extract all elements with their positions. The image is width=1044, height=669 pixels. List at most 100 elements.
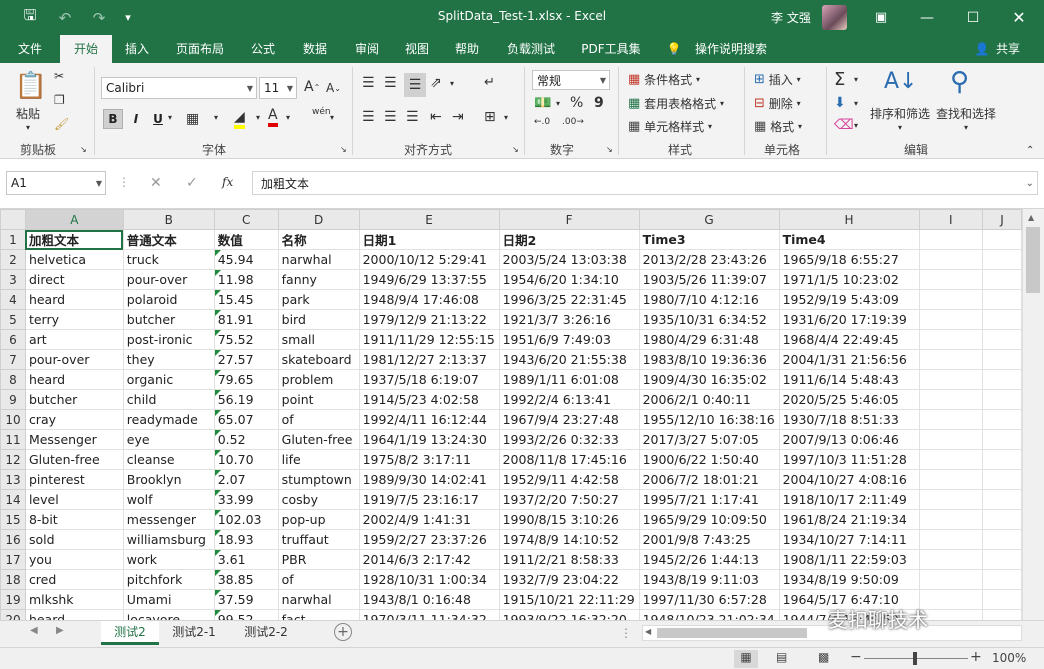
cell[interactable]: art xyxy=(24,329,124,350)
cell[interactable]: 1961/8/24 21:19:34 xyxy=(778,509,920,530)
cell[interactable]: 2013/2/28 23:43:26 xyxy=(638,249,780,270)
share-icon[interactable]: 👤 xyxy=(972,35,992,63)
increase-decimal-icon[interactable]: ←.0 xyxy=(534,117,550,127)
row-header[interactable]: 4 xyxy=(0,289,26,310)
cell[interactable]: heard xyxy=(24,369,124,390)
format-painter-icon[interactable]: 🖌 xyxy=(54,117,69,131)
cell[interactable]: narwhal xyxy=(277,249,360,270)
increase-indent-icon[interactable]: ⇥ xyxy=(452,109,464,125)
cell[interactable] xyxy=(918,329,984,350)
cell[interactable]: work xyxy=(122,549,215,570)
align-left-icon[interactable]: ☰ xyxy=(362,109,375,125)
cell[interactable] xyxy=(918,229,984,250)
cell[interactable]: skateboard xyxy=(277,349,360,370)
phonetic-dropdown-icon[interactable]: ▾ xyxy=(330,113,334,122)
cell[interactable]: truffaut xyxy=(277,529,360,550)
cell[interactable]: 1943/8/19 9:11:03 xyxy=(638,569,780,590)
cell[interactable]: 81.91 xyxy=(213,309,279,330)
autosum-dropdown-icon[interactable]: ▾ xyxy=(854,75,858,84)
cell[interactable]: 1996/3/25 22:31:45 xyxy=(498,289,640,310)
cell[interactable]: 1965/9/18 6:55:27 xyxy=(778,249,920,270)
cell[interactable]: 2014/6/3 2:17:42 xyxy=(358,549,500,570)
cell[interactable]: of xyxy=(277,569,360,590)
column-header[interactable]: C xyxy=(213,209,279,230)
sort-filter-icon[interactable]: A↓ xyxy=(884,69,917,94)
cell[interactable] xyxy=(918,449,984,470)
share-button[interactable]: 共享 xyxy=(992,35,1024,63)
cell[interactable]: 1971/1/5 10:23:02 xyxy=(778,269,920,290)
align-middle-icon[interactable]: ☰ xyxy=(384,75,397,91)
row-header[interactable]: 14 xyxy=(0,489,26,510)
format-as-table-button[interactable]: ▦ 套用表格格式 ▾ xyxy=(628,95,724,112)
column-header[interactable]: B xyxy=(122,209,215,230)
cell[interactable]: 1911/6/14 5:48:43 xyxy=(778,369,920,390)
tab-page-layout[interactable]: 页面布局 xyxy=(168,35,232,63)
zoom-in-icon[interactable]: + xyxy=(970,649,982,665)
cell[interactable]: 1934/10/27 7:14:11 xyxy=(778,529,920,550)
font-name-select[interactable]: Calibri ▼ xyxy=(101,77,257,99)
cell[interactable]: 1989/9/30 14:02:41 xyxy=(358,469,500,490)
cell[interactable]: readymade xyxy=(122,409,215,430)
borders-dropdown-icon[interactable]: ▾ xyxy=(214,113,218,122)
avatar[interactable] xyxy=(822,5,847,30)
tab-pdf-tools[interactable]: PDF工具集 xyxy=(574,35,648,63)
cell[interactable]: pour-over xyxy=(24,349,124,370)
cell[interactable] xyxy=(982,249,1022,270)
cell-styles-button[interactable]: ▦ 单元格样式 ▾ xyxy=(628,118,712,135)
tab-formulas[interactable]: 公式 xyxy=(242,35,284,63)
cell[interactable]: messenger xyxy=(122,509,215,530)
number-format-select[interactable]: 常规 ▼ xyxy=(532,70,610,90)
tab-home[interactable]: 开始 xyxy=(60,35,112,63)
next-sheet-icon[interactable]: ▶ xyxy=(56,625,64,636)
row-header[interactable]: 18 xyxy=(0,569,26,590)
cell[interactable]: they xyxy=(122,349,215,370)
cell[interactable]: bird xyxy=(277,309,360,330)
align-right-icon[interactable]: ☰ xyxy=(406,109,419,125)
cell[interactable]: Brooklyn xyxy=(122,469,215,490)
cell[interactable]: 普通文本 xyxy=(122,229,215,250)
tab-view[interactable]: 视图 xyxy=(396,35,438,63)
cell[interactable] xyxy=(982,269,1022,290)
add-sheet-icon[interactable]: + xyxy=(334,623,352,641)
cell[interactable]: 2000/10/12 5:29:41 xyxy=(358,249,500,270)
cell[interactable]: pinterest xyxy=(24,469,124,490)
cell[interactable]: 1943/6/20 21:55:38 xyxy=(498,349,640,370)
cell[interactable]: 1931/6/20 17:19:39 xyxy=(778,309,920,330)
cell[interactable] xyxy=(982,549,1022,570)
cell[interactable]: 1914/5/23 4:02:58 xyxy=(358,389,500,410)
scroll-left-icon[interactable]: ◀ xyxy=(645,627,651,636)
row-header[interactable]: 8 xyxy=(0,369,26,390)
formula-bar-options-icon[interactable]: ⋮ xyxy=(118,175,130,189)
copy-icon[interactable]: ❐ xyxy=(54,93,65,107)
tab-review[interactable]: 审阅 xyxy=(346,35,388,63)
cell[interactable] xyxy=(918,549,984,570)
cell[interactable]: 1974/8/9 14:10:52 xyxy=(498,529,640,550)
sort-dropdown-icon[interactable]: ▾ xyxy=(898,123,902,132)
row-header[interactable]: 6 xyxy=(0,329,26,350)
cell[interactable] xyxy=(982,369,1022,390)
row-header[interactable]: 7 xyxy=(0,349,26,370)
minimize-icon[interactable]: — xyxy=(904,0,950,35)
row-header[interactable]: 12 xyxy=(0,449,26,470)
cell[interactable]: 2004/1/31 21:56:56 xyxy=(778,349,920,370)
sheet-tab[interactable]: 测试2-1 xyxy=(161,621,227,645)
row-header[interactable]: 16 xyxy=(0,529,26,550)
cell[interactable]: 2004/10/27 4:08:16 xyxy=(778,469,920,490)
cell[interactable]: 37.59 xyxy=(213,589,279,610)
cell[interactable]: cosby xyxy=(277,489,360,510)
cell[interactable] xyxy=(982,529,1022,550)
cell[interactable] xyxy=(982,389,1022,410)
cell[interactable]: helvetica xyxy=(24,249,124,270)
cell[interactable]: 1997/10/3 11:51:28 xyxy=(778,449,920,470)
italic-button[interactable]: I xyxy=(126,109,146,129)
cell[interactable] xyxy=(918,409,984,430)
find-dropdown-icon[interactable]: ▾ xyxy=(964,123,968,132)
ribbon-display-options-icon[interactable]: ▣ xyxy=(858,0,904,35)
cell[interactable]: butcher xyxy=(122,309,215,330)
cell[interactable]: 1937/2/20 7:50:27 xyxy=(498,489,640,510)
cell[interactable]: 1965/9/29 10:09:50 xyxy=(638,509,780,530)
cell[interactable]: heard xyxy=(24,609,124,620)
borders-icon[interactable]: ▦ xyxy=(186,111,199,127)
find-select-button[interactable]: 查找和选择 xyxy=(936,105,996,122)
cell[interactable]: Time4 xyxy=(778,229,920,250)
